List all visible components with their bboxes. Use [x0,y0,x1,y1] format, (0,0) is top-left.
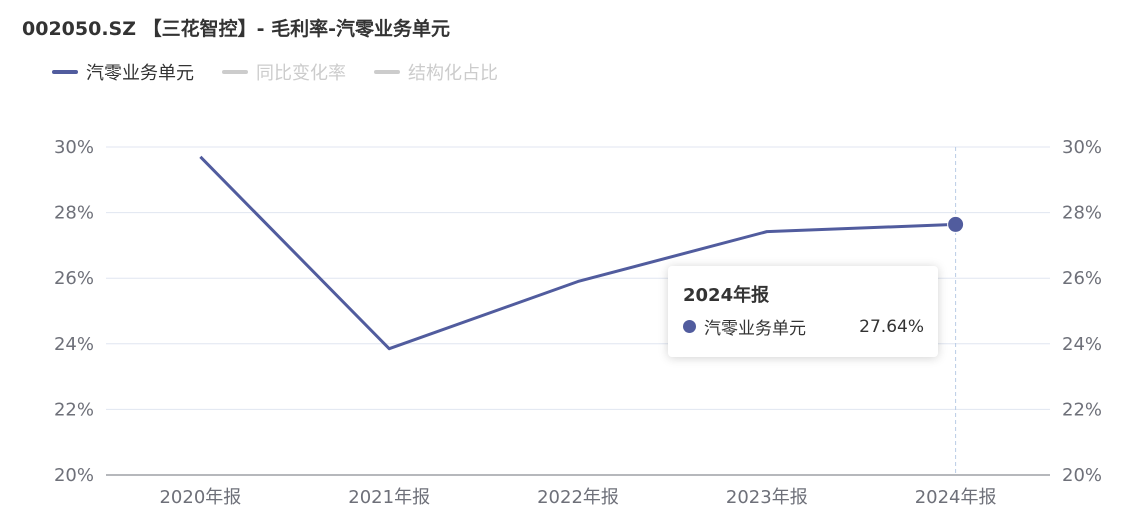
tooltip-row: 汽零业务单元 27.64% [683,314,924,339]
y-tick-label-left: 20% [54,465,94,486]
x-tick-label: 2023年报 [726,487,808,508]
tooltip: 2024年报 汽零业务单元 27.64% [668,266,938,357]
y-tick-label-left: 26% [54,268,94,289]
tooltip-series-dot [683,320,696,333]
y-tick-label-right: 28% [1062,203,1102,224]
y-axis-right: 20% 22% 24% 26% 28% 30% [1062,137,1102,486]
y-tick-label-right: 30% [1062,137,1102,158]
tooltip-title: 2024年报 [683,285,770,306]
y-tick-label-right: 20% [1062,465,1102,486]
line-chart: 20% 22% 24% 26% 28% 30% 20% 22% 24% 26% 28% 30% 20… [54,137,1102,508]
y-tick-label-right: 26% [1062,268,1102,289]
x-tick-label: 2022年报 [537,487,619,508]
y-tick-label-left: 22% [54,399,94,420]
y-axis-left: 20% 22% 24% 26% 28% 30% [54,137,94,486]
y-tick-label-right: 24% [1062,334,1102,355]
y-tick-label-left: 28% [54,203,94,224]
y-tick-label-right: 22% [1062,399,1102,420]
tooltip-value: 27.64% [859,316,924,337]
data-points [947,215,965,233]
y-tick-label-left: 24% [54,334,94,355]
x-tick-label: 2024年报 [915,487,997,508]
tooltip-series-name: 汽零业务单元 [704,319,806,339]
x-axis-labels: 2020年报 2021年报 2022年报 2023年报 2024年报 [159,487,996,508]
x-tick-label: 2021年报 [348,487,430,508]
highlight-point [947,215,965,233]
x-tick-label: 2020年报 [159,487,241,508]
y-tick-label-left: 30% [54,137,94,158]
